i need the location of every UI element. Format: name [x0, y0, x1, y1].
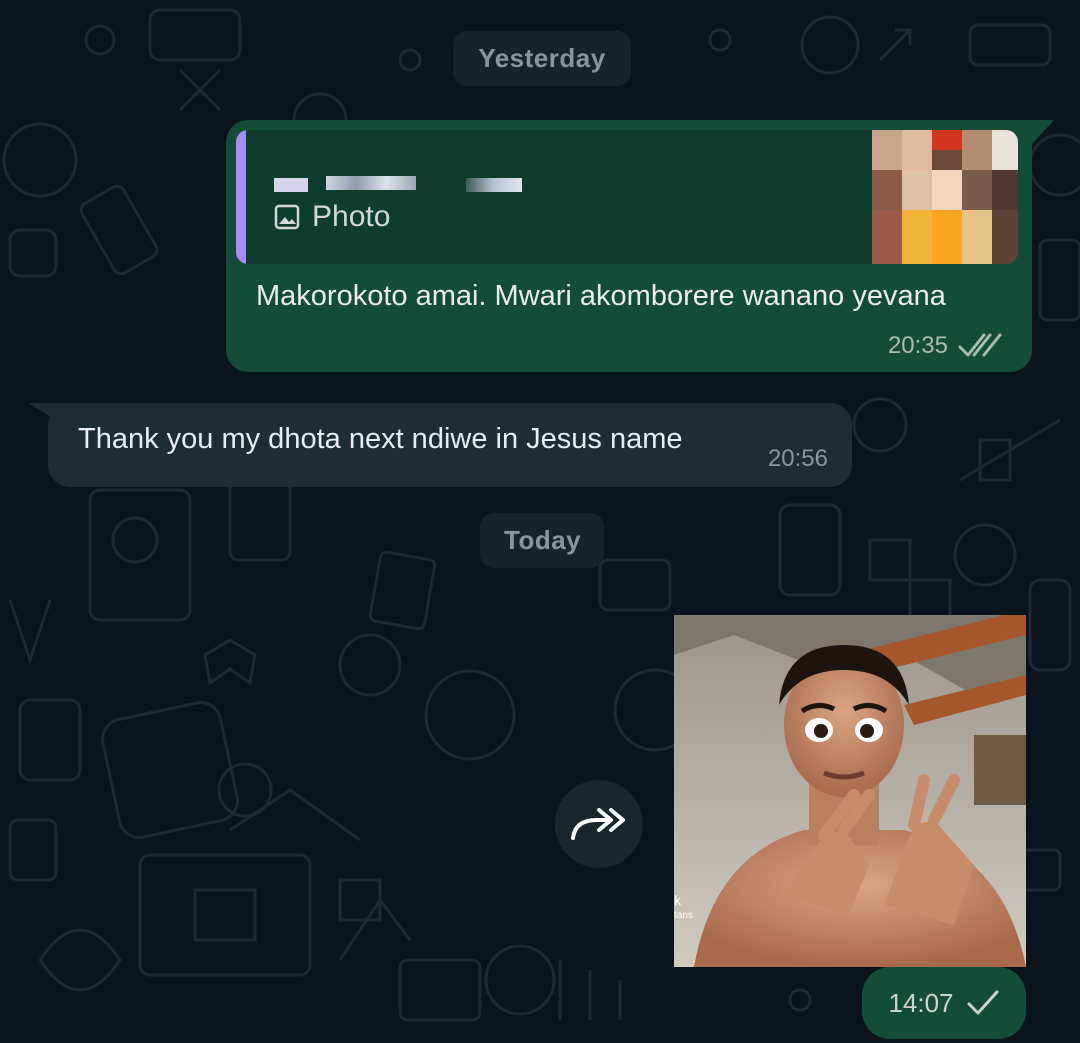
reply-quote-accent-bar: [236, 130, 246, 264]
bubble-tail: [28, 403, 68, 427]
date-divider-yesterday: Yesterday: [453, 31, 631, 86]
message-time: 14:07: [888, 987, 954, 1018]
message-text: Thank you my dhota next ndiwe in Jesus n…: [78, 423, 683, 455]
message-text: Makorokoto amai. Mwari akomborere wanano…: [256, 280, 946, 312]
message-meta: 20:56: [768, 445, 828, 473]
double-check-read-icon: [958, 333, 1002, 357]
image-icon: [274, 204, 300, 230]
reply-quote-type-label: Photo: [312, 200, 391, 233]
message-time: 20:35: [887, 332, 948, 359]
media-photo-message[interactable]: k tans: [674, 615, 1026, 967]
chat-view: Yesterday Photo Makorokoto amai. Mwari a…: [0, 0, 1080, 1043]
media-overlay-text: tans: [674, 910, 693, 921]
outgoing-message-bubble[interactable]: Photo Makorokoto amai. Mwari akomborere …: [226, 120, 1054, 372]
reply-quote[interactable]: Photo: [236, 130, 1018, 264]
reply-quote-type: Photo: [274, 200, 390, 234]
media-overlay-text: k: [674, 892, 682, 908]
message-time: 20:56: [767, 445, 828, 472]
media-message-meta: 14:07: [862, 967, 1026, 1039]
bubble-tail: [1014, 120, 1054, 144]
single-check-sent-icon: [967, 990, 999, 1015]
forward-button[interactable]: [555, 780, 643, 868]
media-photo: k tans: [674, 615, 1026, 967]
forward-icon: [571, 808, 625, 840]
incoming-message-bubble[interactable]: Thank you my dhota next ndiwe in Jesus n…: [28, 403, 852, 487]
reply-quote-thumbnail: [872, 130, 1018, 264]
message-meta: 20:35: [888, 332, 1004, 360]
date-divider-today: Today: [480, 513, 604, 568]
